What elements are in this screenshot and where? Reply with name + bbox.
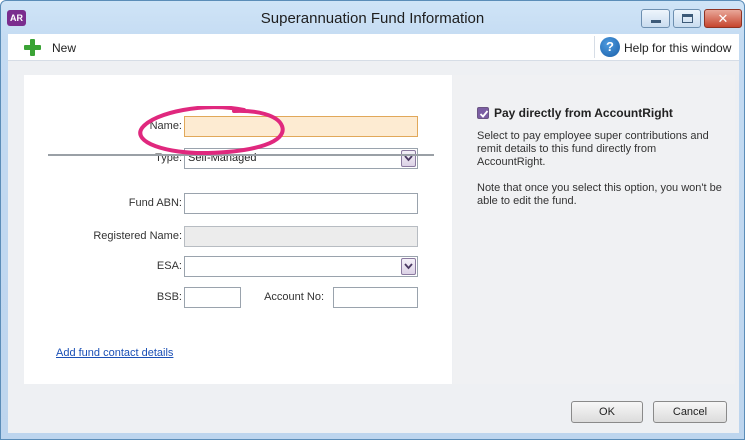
toolbar-divider [594,36,595,58]
ok-button[interactable]: OK [571,401,643,423]
title-bar[interactable]: AR Superannuation Fund Information ✕ [1,1,744,34]
account-no-label: Account No: [264,291,324,303]
esa-select[interactable] [184,256,418,277]
maximize-icon [682,14,693,23]
fund-abn-label: Fund ABN: [128,197,182,209]
payment-options-panel: Pay directly from AccountRight Select to… [453,75,735,384]
new-button-label: New [52,41,77,55]
fund-abn-input[interactable] [184,193,418,214]
cancel-button[interactable]: Cancel [653,401,727,423]
toolbar: New ? Help for this window [8,34,739,61]
close-icon: ✕ [717,11,729,26]
help-button[interactable]: ? Help for this window [600,36,738,58]
plus-icon [24,39,41,56]
add-fund-contact-link[interactable]: Add fund contact details [56,347,173,359]
new-button[interactable]: New [18,36,98,58]
maximize-button[interactable] [673,9,701,28]
close-button[interactable]: ✕ [704,9,742,28]
window-title: Superannuation Fund Information [260,10,485,27]
minimize-button[interactable] [641,9,670,28]
type-dropdown-button[interactable] [401,150,416,167]
bsb-input[interactable] [184,287,241,308]
annotation-circle [138,106,285,156]
fund-details-panel: Name: Type: Self-Managed Fund ABN: Regis… [24,75,452,384]
pay-direct-note: Note that once you select this option, y… [477,182,722,207]
pay-direct-description: Select to pay employee super contributio… [477,130,709,168]
checkmark-icon [479,110,489,118]
bsb-label: BSB: [156,291,182,303]
registered-name-label: Registered Name: [93,230,182,242]
pay-direct-label[interactable]: Pay directly from AccountRight [494,106,673,120]
account-no-input[interactable] [333,287,418,308]
registered-name-field [184,226,418,247]
esa-dropdown-button[interactable] [401,258,416,275]
dialog-window: AR Superannuation Fund Information ✕ New… [0,0,745,440]
esa-label: ESA: [156,260,182,272]
minimize-icon [651,20,661,23]
dialog-body: Name: Type: Self-Managed Fund ABN: Regis… [8,61,739,433]
help-icon: ? [600,37,620,57]
help-button-label: Help for this window [624,41,732,55]
chevron-down-icon [404,263,413,270]
pay-direct-checkbox[interactable] [477,107,489,119]
